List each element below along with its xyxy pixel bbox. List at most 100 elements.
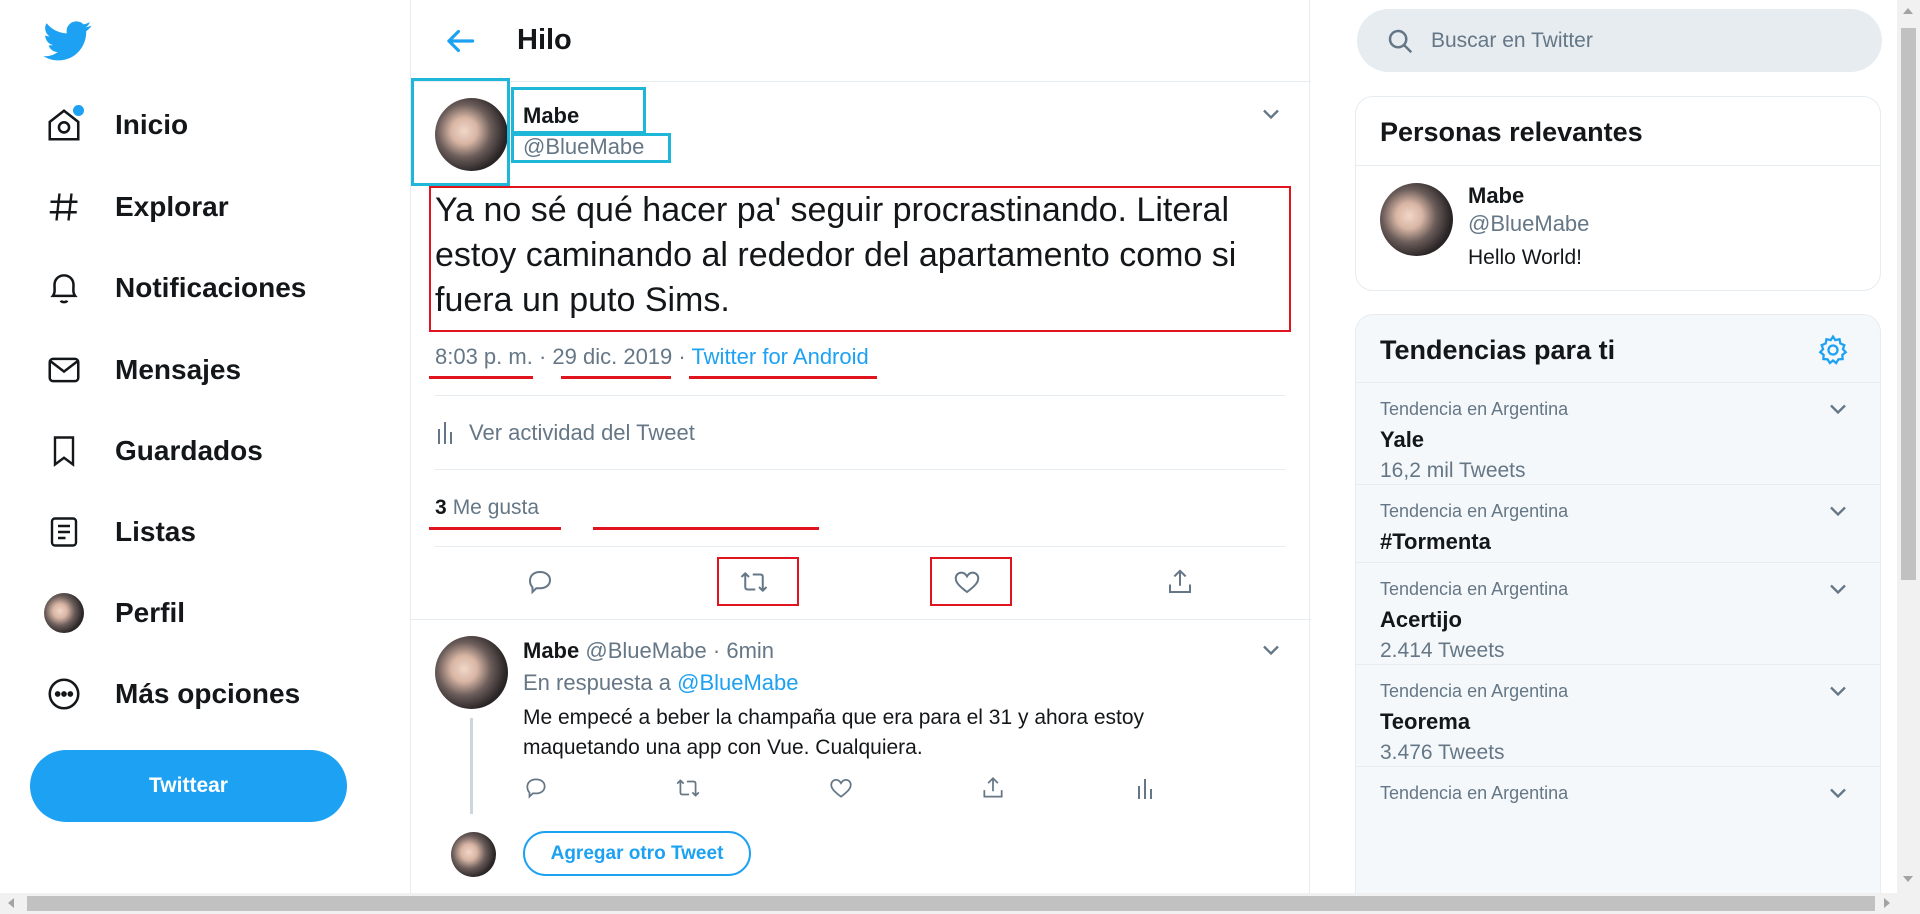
nav-item-explorar[interactable]: Explorar — [38, 177, 229, 237]
divider — [435, 395, 1285, 396]
author-handle[interactable]: @BlueMabe — [523, 134, 644, 160]
chevron-down-icon[interactable] — [1824, 779, 1852, 807]
mail-icon — [38, 344, 90, 396]
divider — [411, 619, 1311, 620]
relevant-user-avatar[interactable] — [1380, 183, 1453, 256]
likes-number: 3 — [435, 496, 447, 519]
chevron-down-icon[interactable] — [1824, 497, 1852, 525]
retweet-icon[interactable] — [714, 558, 794, 606]
trend-context: Tendencia en Argentina — [1380, 783, 1569, 803]
thread-header: Hilo — [411, 0, 1311, 82]
reply-author-handle[interactable]: @BlueMabe — [585, 638, 706, 663]
like-icon[interactable] — [821, 770, 861, 806]
reply-time[interactable]: 6min — [726, 638, 774, 663]
reply-icon[interactable] — [516, 770, 556, 806]
search-input[interactable] — [1431, 28, 1851, 53]
add-another-tweet-button[interactable]: Agregar otro Tweet — [523, 831, 751, 876]
tweet-button[interactable]: Twittear — [30, 750, 347, 822]
nav-item-mensajes[interactable]: Mensajes — [38, 340, 241, 400]
reply-icon[interactable] — [500, 558, 580, 606]
trend-count: 3.476 Tweets — [1380, 741, 1505, 764]
scroll-up-arrow-icon[interactable] — [1903, 8, 1913, 14]
nav-label: Más opciones — [115, 678, 301, 709]
trend-item[interactable]: Tendencia en Argentina — [1356, 767, 1880, 869]
scrollbar-thumb[interactable] — [1901, 28, 1916, 580]
tweet-time[interactable]: 8:03 p. m. — [435, 344, 533, 369]
nav-item-inicio[interactable]: Inicio — [38, 95, 188, 155]
reply-text: Me empecé a beber la champaña que era pa… — [523, 706, 1145, 759]
activity-label: Ver actividad del Tweet — [469, 420, 695, 445]
notification-dot — [73, 105, 84, 116]
separator: · — [532, 344, 553, 369]
trends-header: Tendencias para ti — [1356, 315, 1880, 383]
nav-label: Guardados — [115, 435, 263, 466]
trend-item[interactable]: Tendencia en Argentina Yale 16,2 mil Twe… — [1356, 383, 1880, 485]
nav-item-listas[interactable]: Listas — [38, 502, 196, 562]
horizontal-scrollbar[interactable] — [0, 893, 1920, 914]
hashtag-icon — [38, 181, 90, 233]
trend-name: Teorema — [1380, 709, 1471, 734]
trend-item[interactable]: Tendencia en Argentina #Tormenta — [1356, 485, 1880, 563]
analytics-icon[interactable] — [1126, 770, 1166, 806]
scrollbar-thumb[interactable] — [27, 896, 1875, 911]
author-name[interactable]: Mabe — [523, 103, 579, 129]
bookmark-icon — [38, 425, 90, 477]
chevron-down-icon[interactable] — [1257, 100, 1285, 128]
page-title: Hilo — [517, 24, 572, 56]
likes-label: Me gusta — [452, 496, 540, 519]
trend-item[interactable]: Tendencia en Argentina Teorema 3.476 Twe… — [1356, 665, 1880, 767]
gear-icon[interactable] — [1816, 333, 1850, 367]
retweet-icon[interactable] — [668, 770, 708, 806]
like-icon[interactable] — [927, 558, 1007, 606]
nav-item-notificaciones[interactable]: Notificaciones — [38, 258, 306, 318]
twitter-logo-icon[interactable] — [43, 16, 92, 64]
chevron-down-icon[interactable] — [1824, 677, 1852, 705]
relevant-user-bio: Hello World! — [1468, 246, 1582, 269]
scroll-down-arrow-icon[interactable] — [1903, 876, 1913, 882]
nav-item-guardados[interactable]: Guardados — [38, 421, 263, 481]
reply-author-name[interactable]: Mabe — [523, 638, 579, 663]
back-arrow-icon[interactable] — [441, 22, 479, 60]
nav-label: Perfil — [115, 597, 186, 628]
share-icon[interactable] — [973, 770, 1013, 806]
trend-item[interactable]: Tendencia en Argentina Acertijo 2.414 Tw… — [1356, 563, 1880, 665]
nav-label: Listas — [115, 516, 196, 547]
reply-author-avatar[interactable] — [435, 636, 508, 709]
trends-card: Tendencias para ti Tendencia en Argentin… — [1355, 314, 1881, 914]
tweet-date[interactable]: 29 dic. 2019 — [552, 344, 672, 369]
tweet-meta: 8:03 p. m. · 29 dic. 2019 · Twitter for … — [435, 344, 869, 370]
tweet-activity-link[interactable]: Ver actividad del Tweet — [435, 420, 695, 446]
author-avatar[interactable] — [435, 98, 508, 171]
scroll-left-arrow-icon[interactable] — [8, 898, 14, 908]
thread-connector-line — [470, 718, 473, 814]
chevron-down-icon[interactable] — [1824, 395, 1852, 423]
analytics-icon — [438, 422, 452, 444]
likes-count[interactable]: 3 Me gusta — [435, 496, 539, 520]
trend-count: 2.414 Tweets — [1380, 639, 1505, 662]
chevron-down-icon[interactable] — [1824, 575, 1852, 603]
in-reply-to: En respuesta a @BlueMabe — [523, 670, 799, 696]
vertical-scrollbar[interactable] — [1897, 0, 1920, 893]
nav-label: Explorar — [115, 191, 229, 222]
chevron-down-icon[interactable] — [1257, 636, 1285, 664]
nav-item-mas-opciones[interactable]: Más opciones — [38, 664, 300, 724]
trend-name: #Tormenta — [1380, 529, 1491, 554]
trend-context: Tendencia en Argentina — [1380, 579, 1569, 599]
divider — [435, 469, 1285, 470]
search-box[interactable] — [1357, 9, 1882, 72]
in-reply-handle[interactable]: @BlueMabe — [677, 670, 798, 695]
nav-label: Mensajes — [115, 354, 242, 385]
relevant-user-handle[interactable]: @BlueMabe — [1468, 211, 1589, 237]
share-icon[interactable] — [1140, 558, 1220, 606]
relevant-user-name[interactable]: Mabe — [1468, 183, 1524, 209]
underline-source — [689, 376, 877, 379]
tweet-source[interactable]: Twitter for Android — [691, 344, 868, 369]
scroll-right-arrow-icon[interactable] — [1884, 898, 1890, 908]
nav-item-perfil[interactable]: Perfil — [38, 583, 185, 643]
list-icon — [38, 506, 90, 558]
trend-context: Tendencia en Argentina — [1380, 681, 1569, 701]
left-navigation: Inicio Explorar Notificaciones Mensajes … — [0, 0, 410, 893]
trend-name: Acertijo — [1380, 607, 1462, 632]
more-icon — [38, 668, 90, 720]
bell-icon — [38, 262, 90, 314]
